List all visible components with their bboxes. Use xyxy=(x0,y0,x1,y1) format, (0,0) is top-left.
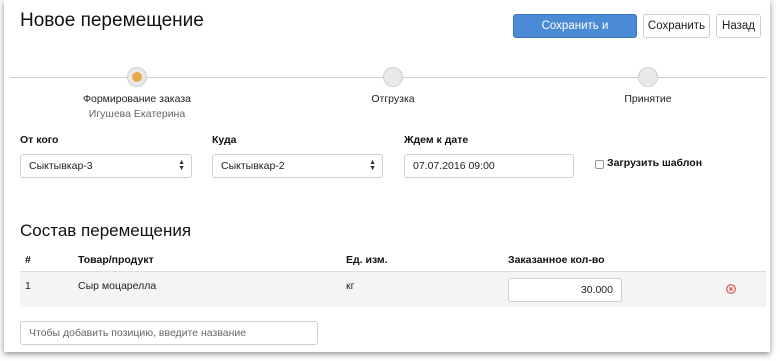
to-select[interactable]: Сыктывкар-2 ▲ ▼ xyxy=(212,154,383,178)
from-select-value: Сыктывкар-3 xyxy=(29,160,93,172)
step-3-label: Принятие xyxy=(624,93,672,105)
row-number: 1 xyxy=(25,280,31,292)
step-1-label: Формирование заказа xyxy=(83,93,191,105)
items-section-title: Состав перемещения xyxy=(20,221,192,240)
select-arrows-icon: ▲ ▼ xyxy=(178,159,185,172)
row-quantity-input[interactable]: 30.000 xyxy=(508,278,622,302)
page-title: Новое перемещение xyxy=(20,10,204,31)
column-header-quantity: Заказанное кол-во xyxy=(508,254,605,266)
step-1-indicator xyxy=(127,67,147,87)
select-arrows-icon: ▲ ▼ xyxy=(369,159,376,172)
date-label: Ждем к дате xyxy=(404,134,469,146)
to-select-value: Сыктывкар-2 xyxy=(221,160,285,172)
from-label: От кого xyxy=(20,134,59,146)
load-template-checkbox[interactable] xyxy=(595,160,604,169)
from-select[interactable]: Сыктывкар-3 ▲ ▼ xyxy=(20,154,192,178)
remove-row-icon[interactable] xyxy=(726,284,736,294)
save-and-send-button[interactable]: Сохранить и отправить xyxy=(513,14,637,54)
back-button[interactable]: Назад xyxy=(716,14,761,38)
step-2-label: Отгрузка xyxy=(371,93,415,105)
date-input[interactable]: 07.07.2016 09:00 xyxy=(404,154,574,178)
save-button[interactable]: Сохранить xyxy=(643,14,710,38)
add-item-input[interactable]: Чтобы добавить позицию, введите название xyxy=(20,321,318,345)
load-template-label: Загрузить шаблон xyxy=(607,157,703,169)
column-header-number: # xyxy=(25,254,31,266)
row-unit: кг xyxy=(346,280,355,292)
step-3-indicator xyxy=(638,67,658,87)
column-header-unit: Ед. изм. xyxy=(346,254,388,266)
column-header-product: Товар/продукт xyxy=(78,254,154,266)
step-2-indicator xyxy=(383,67,403,87)
row-product: Сыр моцарелла xyxy=(78,280,157,292)
to-label: Куда xyxy=(212,134,237,146)
step-1-assignee: Игушева Екатерина xyxy=(88,108,186,120)
